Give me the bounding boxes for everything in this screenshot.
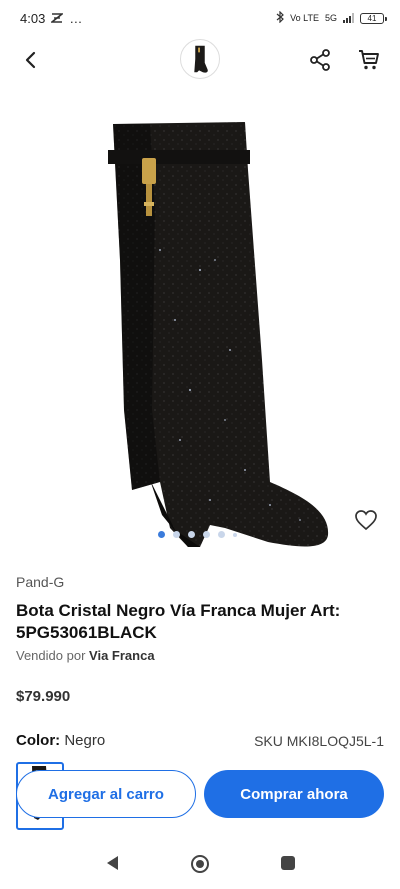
network-type: 5G xyxy=(324,13,337,23)
color-selector-label: Color: Negro xyxy=(16,732,105,749)
home-circle-icon xyxy=(191,855,209,873)
carousel-dot-more xyxy=(233,532,237,537)
product-brand[interactable]: Pand-G xyxy=(16,574,64,590)
bluetooth-icon xyxy=(276,10,285,25)
product-image[interactable] xyxy=(0,110,400,550)
status-time: 4:03 xyxy=(20,10,46,26)
status-bar: 4:03 … Vo LTE 5G 41 xyxy=(0,0,400,36)
chevron-left-icon xyxy=(25,51,36,69)
nav-home-button[interactable] xyxy=(190,854,210,879)
square-recents-icon xyxy=(281,856,295,870)
product-thumbnail[interactable] xyxy=(180,39,220,79)
carousel-dot-active[interactable] xyxy=(158,531,165,538)
color-label: Color: xyxy=(16,732,61,749)
back-button[interactable] xyxy=(16,46,44,74)
product-title: Bota Cristal Negro Vía Franca Mujer Art:… xyxy=(16,601,341,642)
status-left: 4:03 … xyxy=(20,11,82,26)
carousel-dot[interactable] xyxy=(218,531,225,538)
battery-icon: 41 xyxy=(360,12,387,24)
add-to-cart-button[interactable]: Agregar al carro xyxy=(16,770,196,818)
product-price: $79.990 xyxy=(16,688,71,705)
notification-icon xyxy=(50,11,65,26)
heart-icon xyxy=(355,510,377,531)
battery-level: 41 xyxy=(367,13,377,23)
cart-button[interactable] xyxy=(355,46,383,74)
carousel-dot[interactable] xyxy=(203,531,210,538)
signal-icon xyxy=(343,13,354,23)
carousel-dot[interactable] xyxy=(173,531,180,538)
app-bar xyxy=(0,36,400,84)
favorite-button[interactable] xyxy=(352,506,380,534)
boot-image xyxy=(108,122,329,547)
share-icon xyxy=(310,49,330,71)
seller-prefix: Vendido por xyxy=(16,648,86,663)
boot-thumbnail-image xyxy=(194,45,208,73)
triangle-back-icon xyxy=(107,856,118,870)
cart-icon xyxy=(359,50,379,70)
nav-recents-button[interactable] xyxy=(280,855,296,876)
nav-back-button[interactable] xyxy=(104,854,120,877)
carousel-dot[interactable] xyxy=(188,531,195,538)
status-more: … xyxy=(69,10,83,26)
seller-name[interactable]: Via Franca xyxy=(89,648,155,663)
product-sku: SKU MKI8LOQJ5L-1 xyxy=(254,733,384,749)
status-right: Vo LTE 5G 41 xyxy=(276,10,387,25)
system-nav-bar xyxy=(0,842,400,886)
buy-now-button[interactable]: Comprar ahora xyxy=(204,770,384,818)
color-value: Negro xyxy=(64,732,106,749)
image-carousel-dots xyxy=(158,531,237,538)
share-button[interactable] xyxy=(306,46,334,74)
seller-info: Vendido por Via Franca xyxy=(16,648,155,663)
network-label: Vo LTE xyxy=(290,13,319,23)
